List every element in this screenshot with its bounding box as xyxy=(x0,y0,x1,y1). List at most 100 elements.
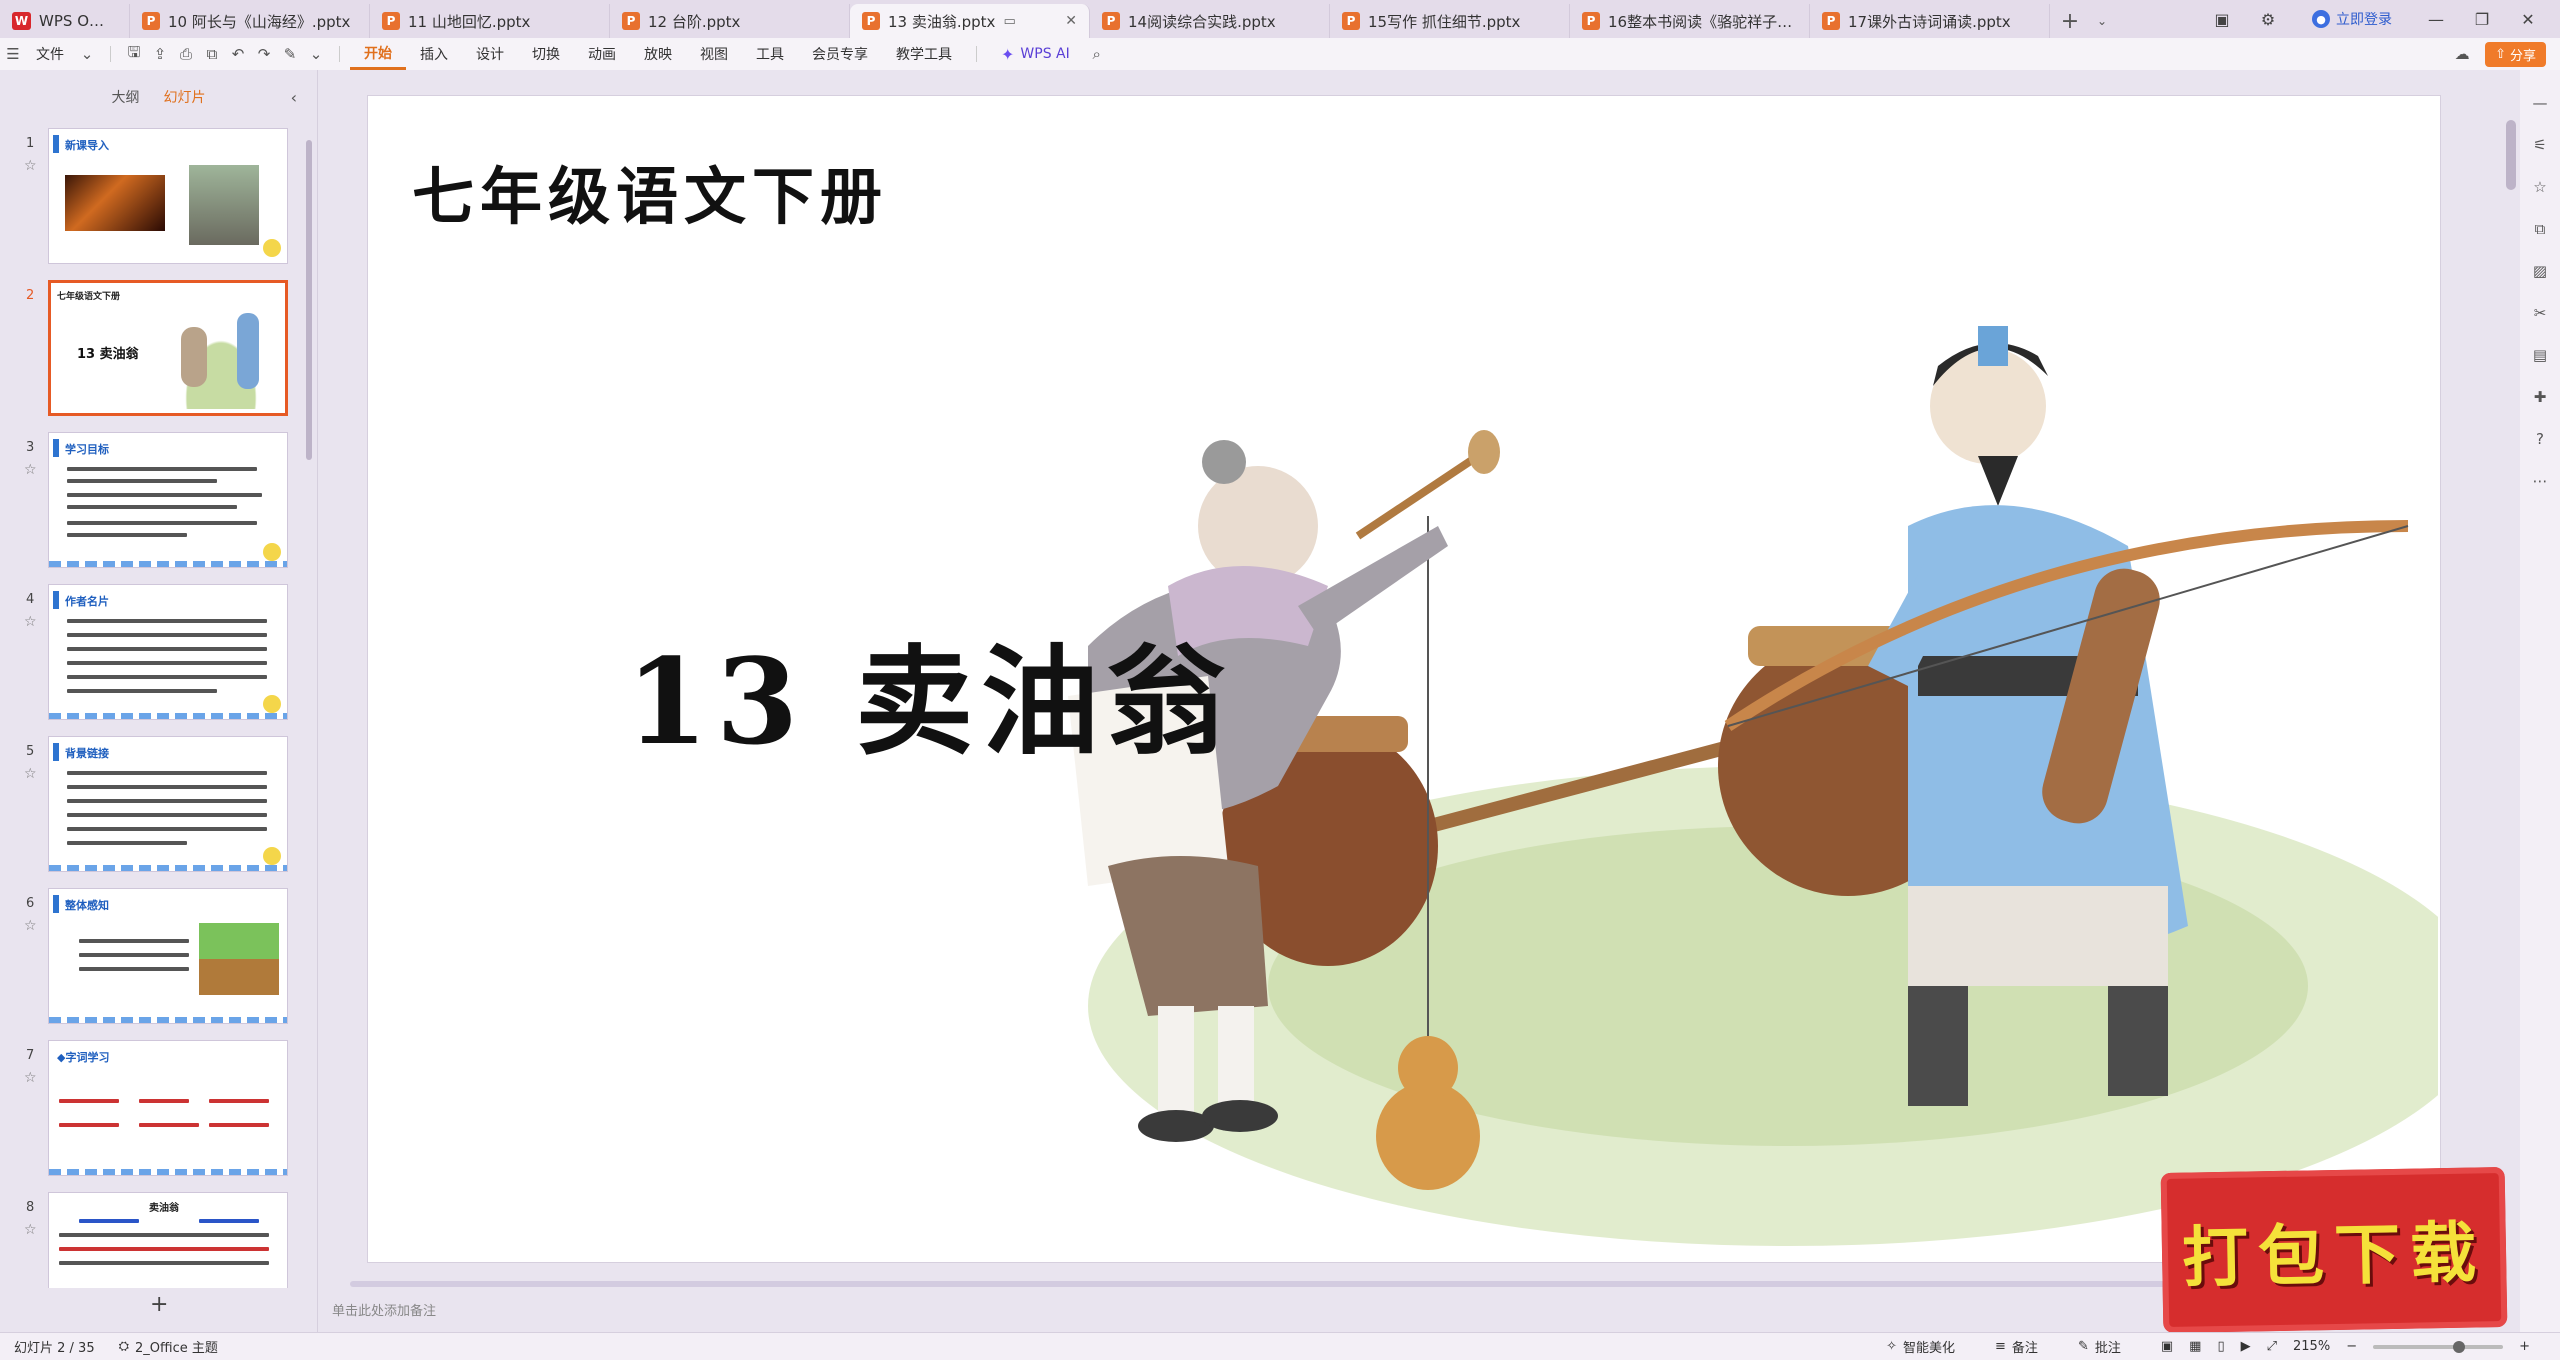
login-button[interactable]: ● 立即登录 xyxy=(2312,9,2392,29)
star-icon[interactable]: ☆ xyxy=(24,766,37,782)
thumbnail-row[interactable]: 7 ☆ ◆字词学习 xyxy=(0,1040,318,1180)
puzzle-icon[interactable]: ✚ xyxy=(2527,384,2553,410)
tab-view[interactable]: 视图 xyxy=(686,38,742,70)
search-icon[interactable]: ⌕ xyxy=(1084,38,1110,70)
tab-teaching-tools[interactable]: 教学工具 xyxy=(882,38,966,70)
cloud-icon[interactable]: ☁ xyxy=(2449,38,2475,70)
star-icon[interactable]: ☆ xyxy=(24,918,37,934)
thumbnail-row[interactable]: 3 ☆ 学习目标 xyxy=(0,432,318,572)
vertical-scrollbar[interactable] xyxy=(2506,120,2516,190)
thumbnail-list[interactable]: 1 ☆ 新课导入 2 七年级语文下册 13 卖油翁 3 ☆ 学习目标 4 ☆ 作… xyxy=(0,128,318,1288)
sorter-view-icon[interactable]: ▦ xyxy=(2189,1339,2201,1354)
reading-view-icon[interactable]: ▯ xyxy=(2217,1339,2224,1354)
file-menu[interactable]: 文件 xyxy=(26,38,74,70)
close-icon[interactable]: ✕ xyxy=(1059,13,1077,29)
panel-scrollbar[interactable] xyxy=(306,140,312,460)
tab-outline[interactable]: 大纲 xyxy=(112,87,140,107)
zoom-slider-knob[interactable] xyxy=(2453,1340,2466,1353)
slide-thumbnail[interactable]: 学习目标 xyxy=(48,432,288,568)
export-icon[interactable]: ⇪ xyxy=(147,38,173,70)
illustration-oil-seller[interactable] xyxy=(1028,226,2438,1262)
slide-thumbnail[interactable]: 新课导入 xyxy=(48,128,288,264)
tab-document[interactable]: P 12 台阶.pptx xyxy=(610,4,850,38)
slide-thumbnail-selected[interactable]: 七年级语文下册 13 卖油翁 xyxy=(48,280,288,416)
tab-wps-home[interactable]: W WPS Office xyxy=(0,4,130,38)
tab-animation[interactable]: 动画 xyxy=(574,38,630,70)
theme-indicator[interactable]: ⛭ 2_Office 主题 xyxy=(119,1337,218,1356)
beautify-button[interactable]: ✧ 智能美化 xyxy=(1886,1337,1955,1356)
tab-document[interactable]: P 14阅读综合实践.pptx xyxy=(1090,4,1330,38)
save-icon[interactable]: 🖫 xyxy=(121,38,147,70)
zoom-out-icon[interactable]: − xyxy=(2346,1339,2357,1354)
redo-icon[interactable]: ↷ xyxy=(251,38,277,70)
slide-title[interactable]: 13 卖油翁 xyxy=(626,606,1233,777)
tab-document[interactable]: P 10 阿长与《山海经》.pptx xyxy=(130,4,370,38)
monitor-icon[interactable]: ▭ xyxy=(1003,14,1015,29)
star-icon[interactable]: ☆ xyxy=(24,462,37,478)
wps-ai-button[interactable]: ✦ WPS AI xyxy=(987,45,1084,64)
preview-icon[interactable]: ⧉ xyxy=(199,38,225,70)
tab-member[interactable]: 会员专享 xyxy=(798,38,882,70)
share-button[interactable]: ⇧ 分享 xyxy=(2485,41,2546,67)
slide-thumbnail[interactable]: 背景链接 xyxy=(48,736,288,872)
help-icon[interactable]: ? xyxy=(2527,426,2553,452)
scrollbar-track[interactable] xyxy=(350,1281,2250,1287)
tab-document[interactable]: P 17课外古诗词诵读.pptx xyxy=(1810,4,2050,38)
fit-icon[interactable]: ⤢ xyxy=(2267,1339,2277,1354)
layout-icon[interactable]: ▣ xyxy=(2202,4,2242,34)
star-icon[interactable]: ☆ xyxy=(2527,174,2553,200)
settings-icon[interactable]: ⚙ xyxy=(2248,4,2288,34)
thumbnail-row[interactable]: 6 ☆ 整体感知 xyxy=(0,888,318,1028)
thumbnail-row[interactable]: 8 ☆ 卖油翁 xyxy=(0,1192,318,1288)
thumbnail-row[interactable]: 5 ☆ 背景链接 xyxy=(0,736,318,876)
star-icon[interactable]: ☆ xyxy=(24,614,37,630)
collapse-icon[interactable]: ‹ xyxy=(291,88,297,107)
tab-document[interactable]: P 16整本书阅读《骆驼祥子》圈点、批 xyxy=(1570,4,1810,38)
slide-subtitle[interactable]: 七年级语文下册 xyxy=(412,146,888,236)
add-slide-button[interactable]: + xyxy=(150,1292,168,1317)
tab-document[interactable]: P 11 山地回忆.pptx xyxy=(370,4,610,38)
tab-tools[interactable]: 工具 xyxy=(742,38,798,70)
star-icon[interactable]: ☆ xyxy=(24,1070,37,1086)
close-window-icon[interactable]: ✕ xyxy=(2508,4,2548,34)
restore-icon[interactable]: ❐ xyxy=(2462,4,2502,34)
new-tab-button[interactable]: + xyxy=(2050,4,2090,38)
play-icon[interactable]: ▶ xyxy=(2241,1339,2251,1354)
tab-slideshow[interactable]: 放映 xyxy=(630,38,686,70)
collapse-icon[interactable]: — xyxy=(2527,90,2553,116)
zoom-in-icon[interactable]: + xyxy=(2519,1339,2530,1354)
book-icon[interactable]: ▤ xyxy=(2527,342,2553,368)
normal-view-icon[interactable]: ▣ xyxy=(2161,1339,2173,1354)
star-icon[interactable]: ☆ xyxy=(24,1222,37,1238)
slide-thumbnail[interactable]: 整体感知 xyxy=(48,888,288,1024)
zoom-slider[interactable] xyxy=(2373,1340,2504,1353)
current-slide[interactable]: 七年级语文下册 13 卖油翁 xyxy=(368,96,2440,1262)
download-stamp[interactable]: 打包下载 xyxy=(2160,1167,2508,1333)
chevron-down-icon[interactable]: ⌄ xyxy=(303,38,329,70)
more-icon[interactable]: ⋯ xyxy=(2527,468,2553,494)
slide-thumbnail[interactable]: 卖油翁 xyxy=(48,1192,288,1288)
thumbnail-row[interactable]: 4 ☆ 作者名片 xyxy=(0,584,318,724)
thumbnail-row[interactable]: 1 ☆ 新课导入 xyxy=(0,128,318,268)
print-icon[interactable]: ⎙ xyxy=(173,38,199,70)
star-icon[interactable]: ☆ xyxy=(24,158,37,174)
tools-icon[interactable]: ✂ xyxy=(2527,300,2553,326)
copy-icon[interactable]: ⧉ xyxy=(2527,216,2553,242)
tab-transition[interactable]: 切换 xyxy=(518,38,574,70)
minimize-icon[interactable]: — xyxy=(2416,4,2456,34)
adjust-icon[interactable]: ⚟ xyxy=(2527,132,2553,158)
format-painter-icon[interactable]: ✎ xyxy=(277,38,303,70)
tab-start[interactable]: 开始 xyxy=(350,38,406,70)
chevron-down-icon[interactable]: ⌄ xyxy=(74,38,100,70)
slide-thumbnail[interactable]: 作者名片 xyxy=(48,584,288,720)
comments-button[interactable]: ✎ 批注 xyxy=(2078,1337,2121,1356)
thumbnail-row-selected[interactable]: 2 七年级语文下册 13 卖油翁 xyxy=(0,280,318,420)
image-icon[interactable]: ▨ xyxy=(2527,258,2553,284)
menu-icon[interactable]: ☰ xyxy=(0,38,26,70)
undo-icon[interactable]: ↶ xyxy=(225,38,251,70)
zoom-level[interactable]: 215% xyxy=(2293,1339,2330,1354)
tab-design[interactable]: 设计 xyxy=(462,38,518,70)
tab-slides[interactable]: 幻灯片 xyxy=(164,87,206,107)
tab-document-active[interactable]: P 13 卖油翁.pptx ▭ ✕ xyxy=(850,4,1090,38)
tab-document[interactable]: P 15写作 抓住细节.pptx xyxy=(1330,4,1570,38)
